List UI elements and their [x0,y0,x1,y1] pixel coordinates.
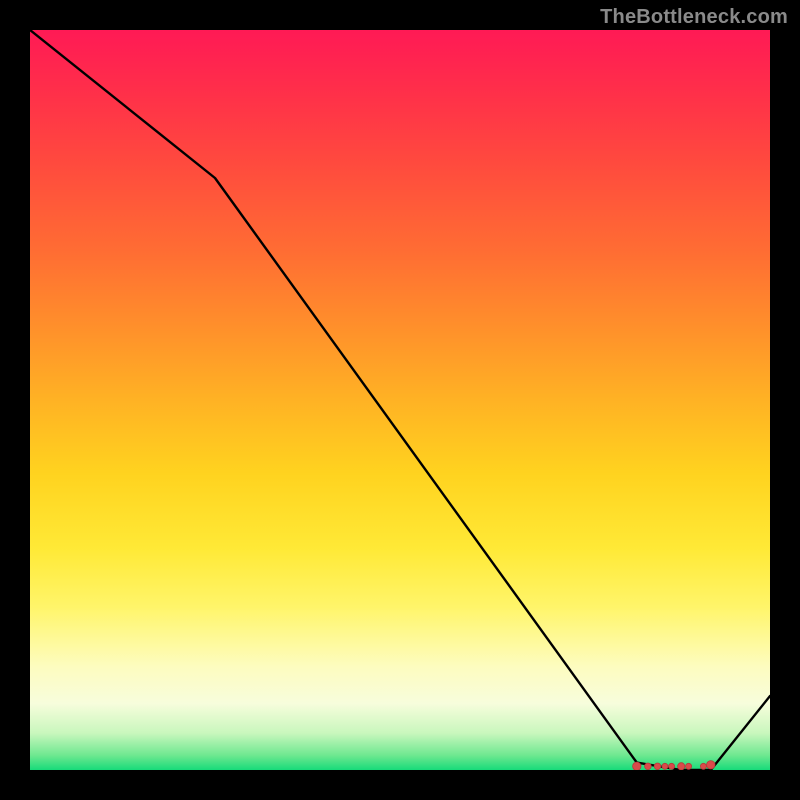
bottleneck-curve [30,30,770,770]
optimal-marker [654,763,661,770]
optimal-marker [678,763,685,770]
chart-container: TheBottleneck.com [0,0,800,800]
optimal-marker [633,762,641,770]
bottleneck-line [30,30,770,770]
optimal-marker [645,763,652,770]
optimal-marker [669,763,675,769]
attribution-text: TheBottleneck.com [600,6,788,29]
optimal-marker [700,763,706,769]
optimal-marker [686,763,692,769]
optimal-marker [707,761,715,769]
optimal-markers [633,761,715,770]
chart-svg [30,30,770,770]
optimal-marker [662,763,668,769]
plot-area [30,30,770,770]
